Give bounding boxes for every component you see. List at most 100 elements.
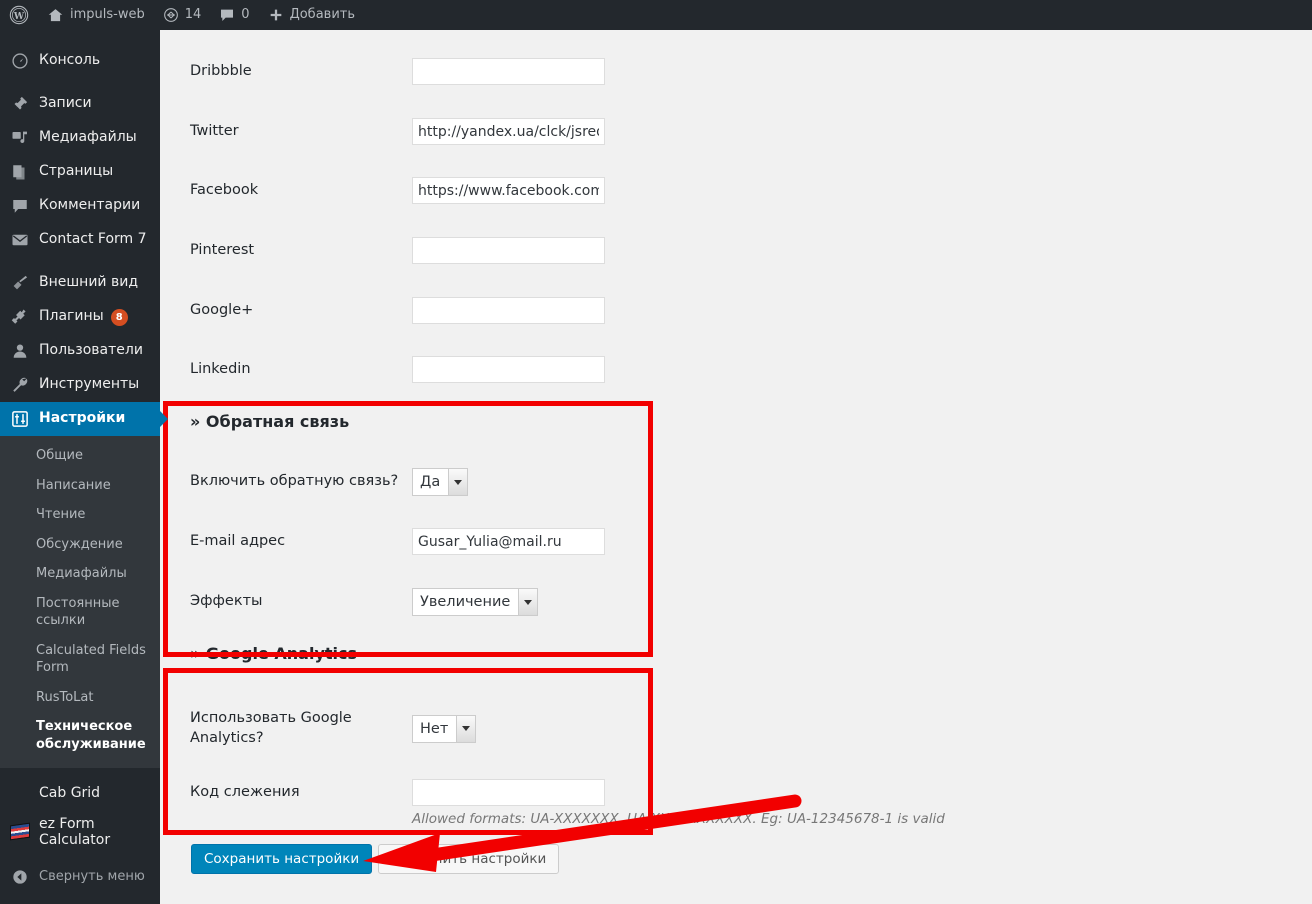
field-label: Код слежения (190, 783, 300, 800)
collapse-menu-button[interactable]: Свернуть меню (0, 860, 160, 894)
updates-icon (163, 8, 178, 22)
sidebar-item-appearance[interactable]: Внешний вид (0, 266, 160, 300)
collapse-menu-label: Свернуть меню (39, 869, 145, 885)
feedback-section-heading: » Обратная связь (190, 412, 770, 431)
field-label: E-mail адрес (190, 532, 286, 549)
new-content-menu[interactable]: Добавить (259, 0, 364, 30)
comments-menu[interactable]: 0 (210, 0, 258, 30)
dashboard-icon (10, 51, 30, 71)
pinterest-input[interactable] (412, 237, 605, 264)
pin-icon (10, 94, 30, 114)
field-row-pinterest: Pinterest (190, 237, 770, 264)
updates-count: 14 (184, 7, 202, 22)
field-row-linkedin: Linkedin (190, 356, 770, 383)
field-row-twitter: Twitter (190, 118, 770, 145)
wordpress-logo-button[interactable]: W (0, 0, 38, 30)
sidebar-item-users[interactable]: Пользователи (0, 334, 160, 368)
select-value: Увеличение (420, 594, 511, 610)
plugins-plug-icon (10, 307, 30, 327)
field-label: Pinterest (190, 241, 255, 258)
submenu-item-general[interactable]: Общие (0, 441, 160, 471)
sidebar-item-tools[interactable]: Инструменты (0, 368, 160, 402)
submenu-item-permalinks[interactable]: Постоянные ссылки (0, 589, 160, 636)
analytics-section-heading: » Google Analytics (190, 644, 770, 663)
field-label: Linkedin (190, 360, 251, 377)
section-title-text: Обратная связь (205, 412, 350, 431)
effects-select[interactable]: Увеличение (412, 588, 539, 616)
save-settings-secondary-button[interactable]: Сохранить настройки (378, 844, 560, 874)
sidebar-item-media[interactable]: Медиафайлы (0, 121, 160, 155)
settings-form-body: Dribbble Twitter Facebook Pinterest Goog… (160, 30, 1312, 904)
section-title-feedback: » Обратная связь (190, 412, 349, 431)
chevron-down-icon[interactable] (456, 715, 476, 742)
admin-bar: W impuls-web 14 0 Добавить (0, 0, 1312, 30)
sidebar-item-pages[interactable]: Страницы (0, 155, 160, 189)
select-value: Да (420, 474, 441, 490)
sidebar-item-contact-form-7[interactable]: Contact Form 7 (0, 223, 160, 257)
sidebar-item-dashboard[interactable]: Консоль (0, 44, 160, 78)
use-analytics-select[interactable]: Нет (412, 714, 477, 743)
updates-menu[interactable]: 14 (154, 0, 211, 30)
chevron-down-icon[interactable] (448, 469, 468, 495)
sidebar-item-posts[interactable]: Записи (0, 87, 160, 121)
section-chevron: » (190, 412, 201, 431)
linkedin-input[interactable] (412, 356, 605, 383)
field-row-enable-feedback: Включить обратную связь? Да (190, 468, 770, 496)
appearance-brush-icon (10, 273, 30, 293)
section-title-analytics: » Google Analytics (190, 644, 357, 663)
save-settings-primary-button[interactable]: Сохранить настройки (191, 844, 373, 874)
sidebar-item-cab-grid[interactable]: Cab Grid (0, 776, 160, 810)
new-content-label: Добавить (289, 7, 356, 22)
tracking-code-hint: Allowed formats: UA-XXXXXXX, UA-XXXXXXXX… (412, 811, 945, 827)
sidebar-item-settings[interactable]: Настройки (0, 402, 168, 436)
section-title-text: Google Analytics (205, 644, 358, 663)
field-label: Dribbble (190, 62, 252, 79)
submenu-item-rustolat[interactable]: RusToLat (0, 683, 160, 713)
email-input[interactable] (412, 528, 605, 555)
sidebar-label: Cab Grid (39, 784, 101, 801)
sidebar-label: Настройки (39, 410, 126, 427)
enable-feedback-select[interactable]: Да (412, 468, 469, 496)
submenu-item-media[interactable]: Медиафайлы (0, 559, 160, 589)
comments-icon (10, 196, 30, 216)
field-label: Включить обратную связь? (190, 473, 399, 490)
field-row-email: E-mail адрес (190, 528, 770, 555)
sidebar-label: Медиафайлы (39, 129, 137, 146)
submenu-item-discussion[interactable]: Обсуждение (0, 530, 160, 560)
sidebar-item-plugins[interactable]: Плагины 8 (0, 300, 160, 334)
sidebar-label: Записи (39, 95, 92, 112)
pages-icon (10, 162, 30, 182)
chevron-down-icon[interactable] (518, 589, 538, 615)
cab-grid-icon (10, 783, 30, 803)
sidebar-label: Contact Form 7 (39, 231, 147, 248)
sidebar-label: Плагины (39, 308, 104, 325)
submenu-item-maintenance[interactable]: Техническое обслуживание (0, 712, 160, 759)
ez-form-calculator-icon (10, 822, 30, 842)
comment-bubble-icon (221, 9, 234, 21)
submenu-item-reading[interactable]: Чтение (0, 500, 160, 530)
sidebar-item-comments[interactable]: Комментарии (0, 189, 160, 223)
tracking-code-input[interactable] (412, 779, 605, 806)
users-icon (10, 341, 30, 361)
field-row-use-analytics: Использовать Google Analytics? Нет (190, 709, 770, 748)
sidebar-item-ez-form-calculator[interactable]: ez Form Calculator (0, 810, 160, 854)
wordpress-logo-icon: W (9, 5, 29, 25)
dribbble-input[interactable] (412, 58, 605, 85)
submenu-item-calculated-fields-form[interactable]: Calculated Fields Form (0, 636, 160, 683)
envelope-icon (10, 230, 30, 250)
field-row-effects: Эффекты Увеличение (190, 588, 770, 616)
sidebar-label: Инструменты (39, 376, 140, 393)
field-label: Facebook (190, 181, 259, 198)
svg-text:W: W (13, 11, 25, 22)
field-label: Использовать Google Analytics? (190, 710, 352, 746)
googleplus-input[interactable] (412, 297, 605, 324)
twitter-input[interactable] (412, 118, 605, 145)
site-name-menu[interactable]: impuls-web (38, 0, 154, 30)
submenu-item-writing[interactable]: Написание (0, 471, 160, 501)
section-chevron: » (190, 644, 201, 663)
field-row-googleplus: Google+ (190, 297, 770, 324)
field-row-dribbble: Dribbble (190, 58, 770, 85)
sidebar-label: Консоль (39, 52, 101, 69)
facebook-input[interactable] (412, 177, 605, 204)
settings-submenu: Общие Написание Чтение Обсуждение Медиаф… (0, 436, 160, 768)
